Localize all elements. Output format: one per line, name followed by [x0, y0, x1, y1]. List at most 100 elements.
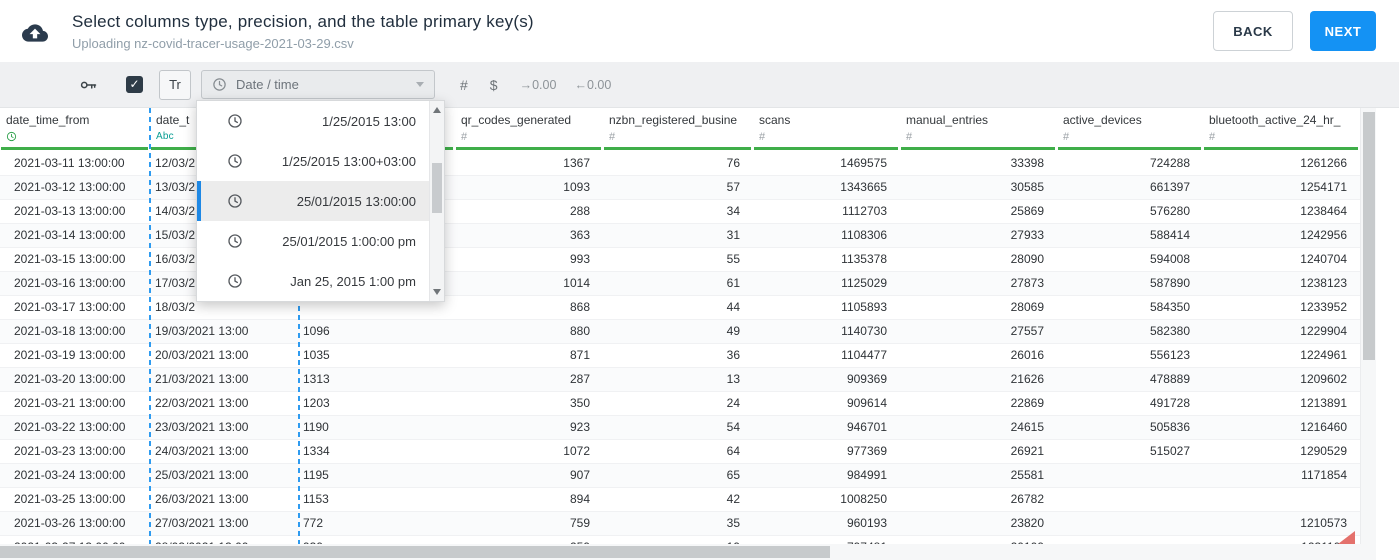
table-row: 2021-03-24 13:00:00 25/03/2021 13:00 1195 9…: [0, 463, 1360, 488]
table-cell: 57: [603, 175, 753, 200]
table-cell: 907: [455, 463, 603, 488]
table-cell: 977369: [753, 439, 900, 464]
clock-icon: [227, 233, 243, 249]
scroll-up-icon[interactable]: [433, 107, 441, 113]
column-header[interactable]: manual_entries #: [900, 108, 1057, 152]
table-cell: 2021-03-13 13:00:00: [0, 199, 150, 224]
table-cell: 33398: [900, 152, 1057, 176]
table-cell: 1238464: [1203, 199, 1360, 224]
table-cell: 582380: [1057, 319, 1203, 344]
table-cell: 350: [455, 391, 603, 416]
option-label: 25/01/2015 13:00:00: [296, 193, 416, 209]
text-type-button[interactable]: Tr: [159, 69, 191, 100]
table-cell: 27873: [900, 271, 1057, 296]
table-cell: 288: [455, 199, 603, 224]
table-cell: 25/03/2021 13:00: [150, 463, 299, 488]
option-label: 1/25/2015 13:00+03:00: [281, 153, 416, 169]
table-cell: 515027: [1057, 439, 1203, 464]
number-type-button[interactable]: #: [460, 77, 468, 93]
column-type-label: #: [461, 130, 468, 143]
table-cell: 1469575: [753, 152, 900, 176]
table-cell: 1008250: [753, 487, 900, 512]
table-row: 2021-03-23 13:00:00 24/03/2021 13:00 1334 1…: [0, 439, 1360, 464]
table-cell: 25869: [900, 199, 1057, 224]
date-format-option[interactable]: Jan 25, 2015 1:00 pm: [197, 261, 444, 301]
back-button[interactable]: BACK: [1213, 11, 1293, 51]
table-cell: 26782: [900, 487, 1057, 512]
table-cell: 2021-03-18 13:00:00: [0, 319, 150, 344]
table-cell: 1242956: [1203, 223, 1360, 248]
table-cell: 2021-03-15 13:00:00: [0, 247, 150, 272]
table-cell: 1190: [299, 415, 455, 440]
table-cell: 1229904: [1203, 319, 1360, 344]
decrease-decimals-button[interactable]: ←0.00: [574, 78, 611, 92]
column-header[interactable]: active_devices #: [1057, 108, 1203, 152]
table-cell: 587890: [1057, 271, 1203, 296]
table-cell: 1135378: [753, 247, 900, 272]
vertical-scrollbar[interactable]: [1360, 108, 1376, 544]
table-cell: 588414: [1057, 223, 1203, 248]
column-header[interactable]: scans #: [753, 108, 900, 152]
table-cell: 363: [455, 223, 603, 248]
option-label: 1/25/2015 13:00: [322, 113, 416, 129]
data-quality-bar: [901, 147, 1055, 150]
date-format-option[interactable]: 1/25/2015 13:00: [197, 101, 444, 141]
column-name: manual_entries: [906, 113, 989, 127]
include-column-checkbox[interactable]: ✓: [126, 76, 143, 93]
upload-cloud-icon: [20, 20, 50, 46]
horizontal-scrollbar[interactable]: [0, 544, 1376, 560]
table-cell: 26921: [900, 439, 1057, 464]
table-row: 2021-03-19 13:00:00 20/03/2021 13:00 1035 8…: [0, 343, 1360, 368]
next-button[interactable]: NEXT: [1310, 11, 1376, 51]
table-cell: 31: [603, 223, 753, 248]
horizontal-scrollbar-thumb[interactable]: [0, 546, 830, 558]
table-cell: 984991: [753, 463, 900, 488]
column-name: nzbn_registered_busine: [609, 113, 738, 127]
clock-icon: [227, 113, 243, 129]
table-cell: 27/03/2021 13:00: [150, 511, 299, 536]
column-header[interactable]: date_time_from: [0, 108, 150, 152]
table-cell: 1195: [299, 463, 455, 488]
table-cell: 2021-03-16 13:00:00: [0, 271, 150, 296]
column-type-label: #: [906, 130, 913, 143]
table-cell: 36: [603, 343, 753, 368]
vertical-scrollbar-thumb[interactable]: [1363, 112, 1375, 360]
dropdown-scrollbar[interactable]: [429, 101, 444, 301]
table-row: 2021-03-26 13:00:00 27/03/2021 13:00 772 75…: [0, 511, 1360, 536]
primary-key-icon[interactable]: [78, 75, 98, 95]
table-row: 2021-03-18 13:00:00 19/03/2021 13:00 1096 8…: [0, 319, 1360, 344]
date-format-option[interactable]: 1/25/2015 13:00+03:00: [197, 141, 444, 181]
table-cell: 1203: [299, 391, 455, 416]
table-cell: 1125029: [753, 271, 900, 296]
dropdown-scrollbar-thumb[interactable]: [432, 163, 442, 213]
date-format-option[interactable]: 25/01/2015 13:00:00: [197, 181, 444, 221]
table-cell: 49: [603, 319, 753, 344]
table-cell: 894: [455, 487, 603, 512]
table-cell: [1057, 511, 1203, 536]
table-cell: 28090: [900, 247, 1057, 272]
column-header[interactable]: qr_codes_generated #: [455, 108, 603, 152]
table-cell: 923: [455, 415, 603, 440]
column-type-dropdown[interactable]: Date / time: [201, 70, 435, 99]
data-quality-bar: [754, 147, 898, 150]
date-format-option[interactable]: 25/01/2015 1:00:00 pm: [197, 221, 444, 261]
wizard-actions: BACK NEXT: [1213, 11, 1376, 51]
table-cell: 1343665: [753, 175, 900, 200]
table-cell: 1238123: [1203, 271, 1360, 296]
currency-type-button[interactable]: $: [490, 77, 498, 93]
table-cell: 26016: [900, 343, 1057, 368]
column-header[interactable]: nzbn_registered_busine #: [603, 108, 753, 152]
table-cell: 2021-03-20 13:00:00: [0, 367, 150, 392]
table-row: 2021-03-21 13:00:00 22/03/2021 13:00 1203 3…: [0, 391, 1360, 416]
increase-decimals-button[interactable]: →0.00: [520, 78, 557, 92]
column-header[interactable]: bluetooth_active_24_hr_ #: [1203, 108, 1360, 152]
scroll-down-icon[interactable]: [433, 289, 441, 295]
table-cell: 2021-03-11 13:00:00: [0, 152, 150, 176]
table-cell: 287: [455, 367, 603, 392]
table-cell: 27933: [900, 223, 1057, 248]
clock-icon: [227, 273, 243, 289]
data-quality-bar: [1058, 147, 1201, 150]
column-name: scans: [759, 113, 791, 127]
table-cell: 64: [603, 439, 753, 464]
table-cell: 30585: [900, 175, 1057, 200]
